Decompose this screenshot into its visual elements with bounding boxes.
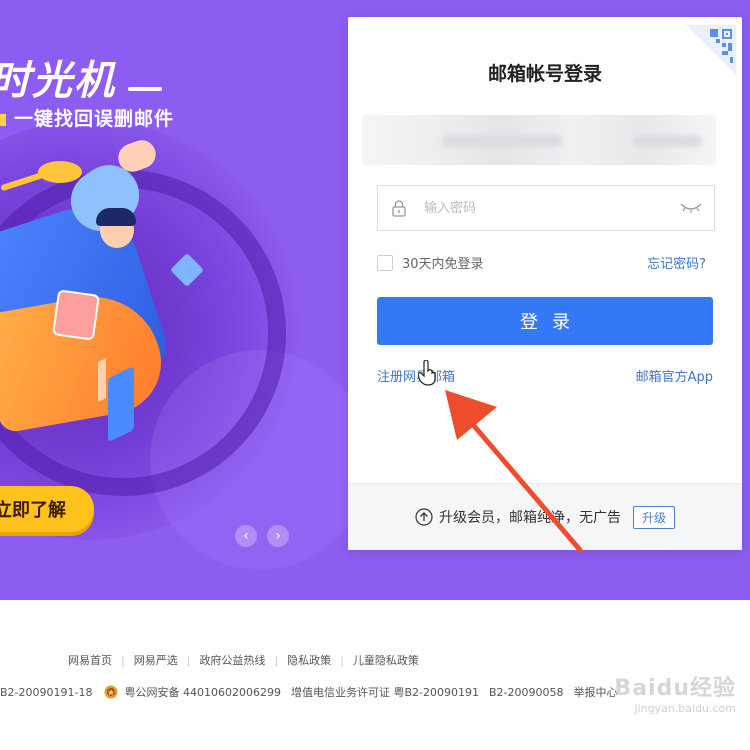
footer-link-hotline[interactable]: 政府公益热线 (199, 652, 265, 668)
watermark-url: jingyan.baidu.com (634, 702, 736, 715)
eye-closed-icon[interactable] (680, 202, 702, 214)
forgot-password-link[interactable]: 忘记密码? (647, 253, 706, 272)
footer-link-yanxuan[interactable]: 网易严选 (134, 652, 178, 668)
police-badge-icon (104, 685, 118, 699)
lock-icon (392, 200, 406, 217)
footer-licenses: B2-20090191-18 粤公网安备 44010602006299 增值电信… (0, 684, 617, 700)
footer-separator: | (186, 653, 191, 667)
account-blurred-suffix (632, 135, 702, 147)
subtitle-bullet (0, 113, 6, 126)
carousel-controls: ‹ › (235, 525, 289, 547)
shard-highlight-illustration (98, 358, 106, 402)
character-hair-illustration (96, 208, 136, 226)
watermark-logo: Baidu经验 (614, 676, 736, 701)
remember-me[interactable]: 30天内免登录 (377, 253, 484, 272)
account-field[interactable] (362, 115, 716, 165)
login-title: 邮箱帐号登录 (487, 63, 602, 85)
shard-illustration (108, 365, 134, 443)
footer-link-home[interactable]: 网易首页 (68, 652, 112, 668)
learn-more-button[interactable]: 立即了解 (0, 486, 94, 532)
upgrade-button[interactable]: 升级 (632, 505, 675, 529)
baidu-jingyan-watermark: Baidu经验 jingyan.baidu.com (614, 670, 736, 715)
footer-link-child-privacy[interactable]: 儿童隐私政策 (353, 652, 419, 668)
report-center-link[interactable]: 举报中心 (573, 684, 617, 700)
id-card-illustration (52, 289, 100, 341)
banner-subtitle: 一键找回误删邮件 (0, 104, 174, 131)
remember-label: 30天内免登录 (402, 257, 484, 272)
carousel-prev-button[interactable]: ‹ (235, 525, 257, 547)
footer-link-privacy[interactable]: 隐私政策 (287, 652, 331, 668)
hand-cursor-icon (418, 360, 436, 386)
telecom-license[interactable]: 增值电信业务许可证 粤B2-20090191 (291, 684, 479, 700)
license-number-2: B2-20090058 (488, 685, 564, 699)
banner-title: 时光机 (0, 58, 116, 104)
license-number: B2-20090191-18 (0, 685, 93, 699)
upgrade-arrow-icon (415, 508, 433, 526)
login-button[interactable]: 登录 (377, 297, 713, 345)
footer-links: 网易首页 | 网易严选 | 政府公益热线 | 隐私政策 | 儿童隐私政策 (68, 652, 419, 668)
account-blurred-text (442, 135, 562, 147)
carousel-next-button[interactable]: › (267, 525, 289, 547)
footer-separator: | (340, 653, 344, 667)
police-record[interactable]: 粤公网安备 44010602006299 (124, 684, 280, 700)
annotation-arrow-icon (445, 390, 583, 553)
footer-separator: | (121, 653, 125, 667)
register-link[interactable]: 注册网易邮箱 (377, 366, 455, 385)
password-field[interactable] (377, 185, 715, 231)
footer-separator: | (274, 653, 279, 667)
banner-title-underline (128, 87, 162, 91)
remember-checkbox[interactable] (377, 254, 393, 271)
banner-subtitle-text: 一键找回误删邮件 (14, 108, 175, 130)
official-app-link[interactable]: 邮箱官方App (636, 366, 713, 385)
password-input[interactable] (422, 199, 680, 217)
